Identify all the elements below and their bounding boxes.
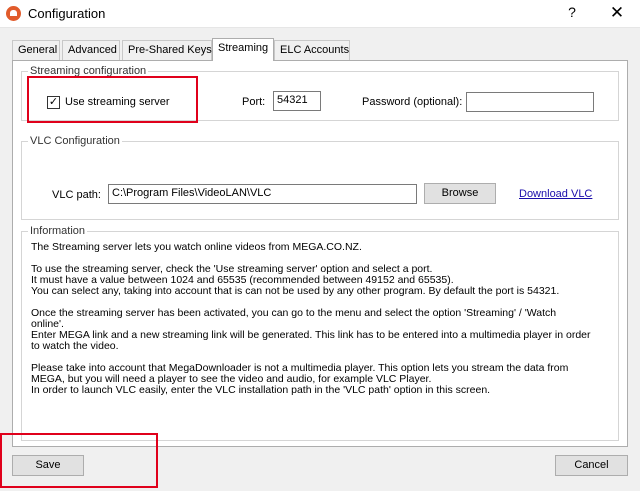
download-vlc-link[interactable]: Download VLC — [519, 188, 592, 200]
info-line: You can select any, taking into account … — [31, 285, 560, 297]
info-line: In order to launch VLC easily, enter the… — [31, 384, 491, 396]
info-line: to watch the video. — [31, 340, 119, 352]
vlc-config-group: VLC Configuration — [21, 135, 619, 220]
highlight-box-streaming-checkbox — [27, 76, 198, 123]
info-line: Once the streaming server has been activ… — [31, 307, 557, 319]
app-logo-icon — [6, 6, 21, 21]
tab-pre-shared-keys[interactable]: Pre-Shared Keys — [122, 40, 212, 60]
browse-button[interactable]: Browse — [424, 183, 496, 204]
title-bar: Configuration ? ✕ — [0, 0, 640, 28]
password-input[interactable] — [466, 92, 594, 112]
port-input[interactable]: 54321 — [273, 91, 321, 111]
cancel-button[interactable]: Cancel — [555, 455, 628, 476]
information-legend: Information — [30, 225, 86, 237]
info-line: The Streaming server lets you watch onli… — [31, 241, 362, 253]
window-title: Configuration — [28, 6, 106, 21]
tab-streaming[interactable]: Streaming — [212, 38, 274, 61]
vlc-config-legend: VLC Configuration — [30, 135, 120, 147]
password-label: Password (optional): — [362, 96, 463, 108]
port-label: Port: — [242, 96, 266, 108]
vlc-path-input[interactable]: C:\Program Files\VideoLAN\VLC — [108, 184, 417, 204]
tab-elc-accounts[interactable]: ELC Accounts — [274, 40, 350, 60]
tab-advanced[interactable]: Advanced — [62, 40, 120, 60]
close-button[interactable]: ✕ — [603, 3, 631, 25]
tab-general[interactable]: General — [12, 40, 60, 60]
help-button[interactable]: ? — [560, 4, 584, 24]
information-text: The Streaming server lets you watch onli… — [31, 242, 613, 396]
vlc-path-label: VLC path: — [52, 189, 101, 201]
highlight-box-save-button — [0, 433, 158, 488]
